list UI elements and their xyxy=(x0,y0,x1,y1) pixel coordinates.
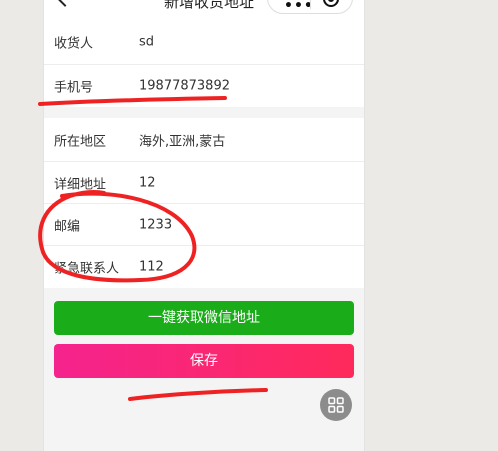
capsule-close-icon[interactable] xyxy=(323,0,339,7)
region-label: 所在地区 xyxy=(54,134,107,149)
floating-grid-button[interactable] xyxy=(320,389,352,421)
recipient-input[interactable]: sd xyxy=(139,35,154,50)
phone-screen: 新增收货地址 ••• 收货人 sd 手机号 19877873892 所在地区 海… xyxy=(44,0,364,451)
emergency-contact-label: 紧急联系人 xyxy=(54,261,120,277)
wechat-address-button[interactable]: 一键获取微信地址 xyxy=(54,301,354,335)
detail-address-label: 详细地址 xyxy=(54,177,107,192)
postcode-label: 邮编 xyxy=(54,219,81,234)
page-title: 新增收货地址 xyxy=(163,0,254,11)
form-row-recipient[interactable]: 收货人 sd xyxy=(44,20,364,65)
capsule-divider xyxy=(310,0,311,9)
postcode-input[interactable]: 1233 xyxy=(139,217,172,232)
detail-address-input[interactable]: 12 xyxy=(139,175,156,190)
region-picker[interactable]: 海外,亚洲,蒙古 xyxy=(139,130,225,149)
form-row-emergency-contact[interactable]: 紧急联系人 112 xyxy=(44,246,364,288)
address-section: 所在地区 海外,亚洲,蒙古 详细地址 12 邮编 1233 紧急联系人 112 xyxy=(44,118,364,288)
form-row-region[interactable]: 所在地区 海外,亚洲,蒙古 xyxy=(44,118,364,162)
recipient-label: 收货人 xyxy=(54,36,94,52)
phone-label: 手机号 xyxy=(54,80,94,96)
navigation-bar: 新增收货地址 ••• xyxy=(44,0,364,20)
form-row-phone[interactable]: 手机号 19877873892 xyxy=(44,65,364,107)
emergency-contact-input[interactable]: 112 xyxy=(139,260,164,275)
form-row-detail-address[interactable]: 详细地址 12 xyxy=(44,162,364,204)
back-arrow-icon[interactable] xyxy=(55,0,75,7)
miniprogram-capsule[interactable]: ••• xyxy=(267,0,353,14)
contact-section: 收货人 sd 手机号 19877873892 xyxy=(44,20,364,107)
phone-input[interactable]: 19877873892 xyxy=(139,79,230,94)
grid-icon xyxy=(328,397,344,413)
save-button[interactable]: 保存 xyxy=(54,344,354,378)
form-row-postcode[interactable]: 邮编 1233 xyxy=(44,204,364,246)
